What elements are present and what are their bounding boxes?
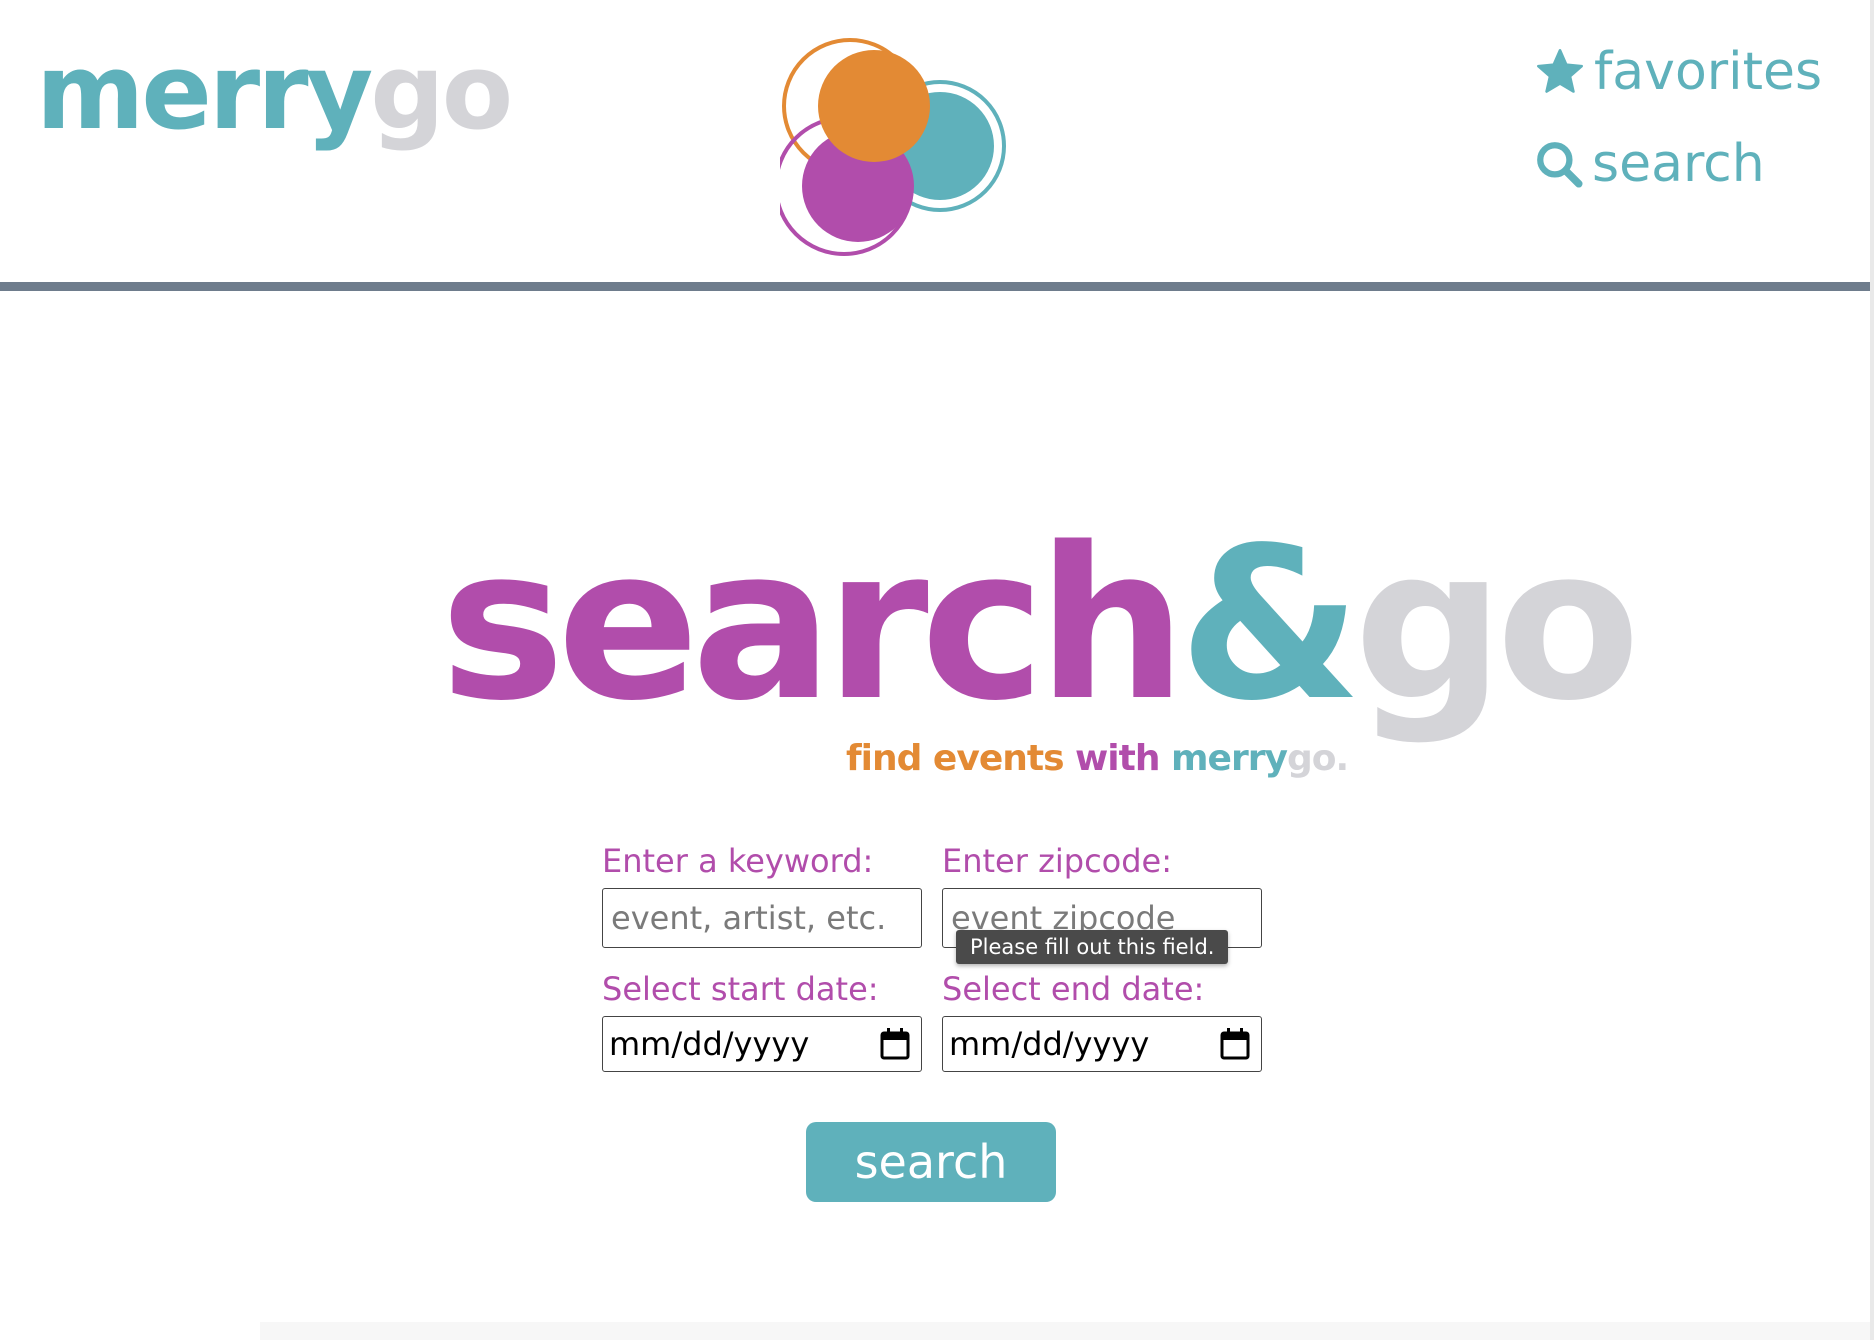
calendar-icon[interactable] <box>1219 1027 1251 1061</box>
start-date-label: Select start date: <box>602 970 879 1008</box>
keyword-label: Enter a keyword: <box>602 842 874 880</box>
hero-title-go: go <box>1353 502 1641 747</box>
start-date-input[interactable]: mm/dd/yyyy <box>602 1016 922 1072</box>
tagline-go: go. <box>1286 738 1349 779</box>
search-button[interactable]: search <box>806 1122 1056 1202</box>
nav-favorites-link[interactable]: favorites <box>1534 42 1822 102</box>
footer-strip <box>260 1322 1872 1340</box>
hero-tagline: find events with merrygo. <box>846 738 1349 779</box>
header-divider <box>0 282 1872 291</box>
window-edge <box>1870 0 1874 1340</box>
end-date-input[interactable]: mm/dd/yyyy <box>942 1016 1262 1072</box>
keyword-input[interactable] <box>602 888 922 948</box>
logo-go-text: go <box>370 31 513 153</box>
end-date-value: mm/dd/yyyy <box>949 1025 1150 1063</box>
tagline-find-events: find events <box>846 738 1064 779</box>
calendar-icon[interactable] <box>879 1027 911 1061</box>
hero-title-search: search <box>440 502 1187 747</box>
tagline-merry: merry <box>1171 738 1288 779</box>
logo-wordmark[interactable]: merrygo <box>36 40 513 144</box>
nav-search-label: search <box>1592 134 1765 194</box>
end-date-label: Select end date: <box>942 970 1205 1008</box>
zipcode-label: Enter zipcode: <box>942 842 1173 880</box>
star-icon <box>1537 49 1583 93</box>
nav-search-link[interactable]: search <box>1534 134 1765 194</box>
page: merrygo favorites search search&go find … <box>0 0 1872 1340</box>
nav-favorites-label: favorites <box>1594 42 1823 102</box>
hero-title: search&go <box>440 520 1640 730</box>
start-date-value: mm/dd/yyyy <box>609 1025 810 1063</box>
search-icon <box>1537 142 1583 188</box>
logo-circles-icon <box>780 38 1006 256</box>
logo-merry-text: merry <box>36 31 373 153</box>
tagline-with: with <box>1075 738 1160 779</box>
validation-tooltip: Please fill out this field. <box>956 930 1229 964</box>
hero-title-amp: & <box>1178 502 1362 747</box>
